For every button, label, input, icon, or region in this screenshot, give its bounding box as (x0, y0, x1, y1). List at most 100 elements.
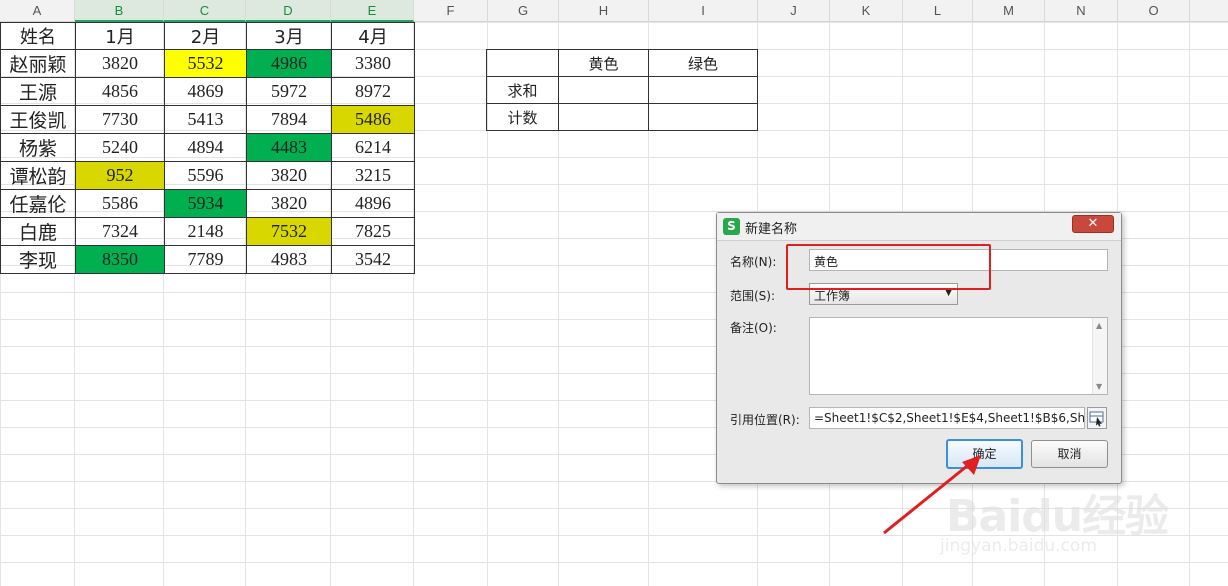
value-cell[interactable]: 7730 (75, 105, 165, 134)
value-cell[interactable]: 4983 (246, 245, 332, 274)
score-table: 姓名 1月 2月 3月 4月 赵丽颖 3820 5532 4986 3380 王源 4856 4869 5… (0, 22, 415, 274)
table-row: 王源 4856 4869 5972 8972 (0, 77, 415, 106)
value-cell[interactable]: 7532 (246, 217, 332, 246)
watermark-brand: Baidu经验 (946, 491, 1169, 542)
name-cell[interactable]: 谭松韵 (0, 161, 76, 190)
scroll-up-icon[interactable]: ▲ (1096, 321, 1102, 330)
value-cell[interactable]: 3820 (75, 49, 165, 78)
summary-header-yellow[interactable]: 黄色 (558, 49, 649, 77)
value-cell[interactable]: 4869 (164, 77, 247, 106)
range-picker-button[interactable] (1087, 407, 1107, 429)
column-header-h[interactable]: H (559, 0, 649, 22)
value-cell[interactable]: 4896 (331, 189, 415, 218)
summary-header-green[interactable]: 绿色 (648, 49, 758, 77)
column-header-m[interactable]: M (973, 0, 1045, 22)
header-cell[interactable]: 4月 (331, 22, 415, 50)
summary-table: 黄色 绿色 求和 计数 (486, 49, 758, 131)
summary-count-green[interactable] (648, 103, 758, 131)
header-cell[interactable]: 3月 (246, 22, 332, 50)
summary-sum-yellow[interactable] (558, 76, 649, 104)
name-cell[interactable]: 赵丽颖 (0, 49, 76, 78)
table-row: 谭松韵 952 5596 3820 3215 (0, 161, 415, 190)
name-cell[interactable]: 杨紫 (0, 133, 76, 162)
summary-header-row: 黄色 绿色 (486, 49, 758, 77)
value-cell[interactable]: 2148 (164, 217, 247, 246)
value-cell[interactable]: 3820 (246, 189, 332, 218)
value-cell[interactable]: 952 (75, 161, 165, 190)
value-cell[interactable]: 5934 (164, 189, 247, 218)
header-cell[interactable]: 2月 (164, 22, 247, 50)
value-cell[interactable]: 5586 (75, 189, 165, 218)
column-header-n[interactable]: N (1045, 0, 1118, 22)
header-cell[interactable]: 1月 (75, 22, 165, 50)
name-cell[interactable]: 王源 (0, 77, 76, 106)
name-cell[interactable]: 李现 (0, 245, 76, 274)
column-header-g[interactable]: G (488, 0, 559, 22)
remark-scrollbar[interactable]: ▲ ▼ (1092, 318, 1107, 394)
value-cell[interactable]: 8350 (75, 245, 165, 274)
value-cell[interactable]: 8972 (331, 77, 415, 106)
value-cell[interactable]: 4986 (246, 49, 332, 78)
column-header-e[interactable]: E (331, 0, 414, 22)
value-cell[interactable]: 7324 (75, 217, 165, 246)
close-button[interactable]: ✕ (1072, 215, 1114, 233)
ok-button[interactable]: 确定 (946, 439, 1023, 469)
close-icon: ✕ (1087, 216, 1099, 231)
summary-label-count[interactable]: 计数 (486, 103, 559, 131)
summary-sum-green[interactable] (648, 76, 758, 104)
cancel-button[interactable]: 取消 (1031, 440, 1108, 468)
column-header-a[interactable]: A (0, 0, 75, 22)
value-cell[interactable]: 3215 (331, 161, 415, 190)
header-cell[interactable]: 姓名 (0, 22, 76, 50)
remark-label: 备注(O): (730, 321, 777, 335)
name-label: 名称(N): (730, 255, 777, 269)
wps-spreadsheet-icon: S (723, 218, 740, 235)
ref-label: 引用位置(R): (730, 413, 800, 427)
reference-input[interactable]: =Sheet1!$C$2,Sheet1!$E$4,Sheet1!$B$6,She… (809, 407, 1085, 429)
value-cell[interactable]: 5972 (246, 77, 332, 106)
column-header-f[interactable]: F (414, 0, 488, 22)
value-cell[interactable]: 4856 (75, 77, 165, 106)
value-cell[interactable]: 5413 (164, 105, 247, 134)
column-header-o[interactable]: O (1118, 0, 1190, 22)
column-header-k[interactable]: K (830, 0, 903, 22)
scope-label: 范围(S): (730, 289, 776, 303)
column-header-i[interactable]: I (649, 0, 758, 22)
table-row: 任嘉伦 5586 5934 3820 4896 (0, 189, 415, 218)
value-cell[interactable]: 5532 (164, 49, 247, 78)
table-row: 杨紫 5240 4894 4483 6214 (0, 133, 415, 162)
value-cell[interactable]: 5240 (75, 133, 165, 162)
dialog-title: 新建名称 (745, 222, 798, 237)
value-cell[interactable]: 4894 (164, 133, 247, 162)
name-cell[interactable]: 王俊凯 (0, 105, 76, 134)
column-header-b[interactable]: B (75, 0, 164, 22)
value-cell[interactable]: 5596 (164, 161, 247, 190)
value-cell[interactable]: 7825 (331, 217, 415, 246)
value-cell[interactable]: 7789 (164, 245, 247, 274)
table-row: 李现 8350 7789 4983 3542 (0, 245, 415, 274)
value-cell[interactable]: 3542 (331, 245, 415, 274)
value-cell[interactable]: 5486 (331, 105, 415, 134)
annotation-highlight-box (786, 244, 991, 290)
value-cell[interactable]: 3820 (246, 161, 332, 190)
column-header-l[interactable]: L (903, 0, 973, 22)
name-cell[interactable]: 白鹿 (0, 217, 76, 246)
table-row: 赵丽颖 3820 5532 4986 3380 (0, 49, 415, 78)
column-header-c[interactable]: C (164, 0, 246, 22)
remark-textarea[interactable]: ▲ ▼ (809, 317, 1108, 395)
grid-vline (1189, 22, 1190, 586)
summary-corner-cell[interactable] (486, 49, 559, 77)
value-cell[interactable]: 6214 (331, 133, 415, 162)
value-cell[interactable]: 3380 (331, 49, 415, 78)
value-cell[interactable]: 7894 (246, 105, 332, 134)
table-row: 王俊凯 7730 5413 7894 5486 (0, 105, 415, 134)
dialog-titlebar[interactable]: S 新建名称 ✕ (717, 213, 1121, 241)
summary-row-sum: 求和 (486, 76, 758, 104)
summary-count-yellow[interactable] (558, 103, 649, 131)
scroll-down-icon[interactable]: ▼ (1096, 382, 1102, 391)
summary-label-sum[interactable]: 求和 (486, 76, 559, 104)
name-cell[interactable]: 任嘉伦 (0, 189, 76, 218)
value-cell[interactable]: 4483 (246, 133, 332, 162)
column-header-j[interactable]: J (758, 0, 830, 22)
column-header-d[interactable]: D (246, 0, 331, 22)
